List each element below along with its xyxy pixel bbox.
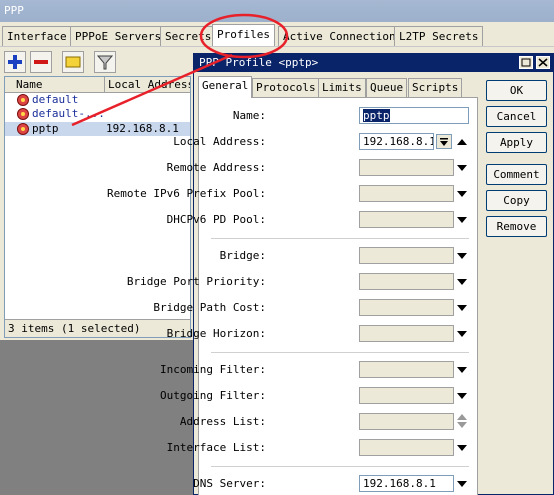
local-address-label: Local Address: — [173, 135, 266, 148]
bridge-port-priority-label: Bridge Port Priority: — [126, 275, 266, 288]
dns-server-field[interactable]: 192.168.8.1 — [359, 475, 454, 492]
divider — [211, 352, 469, 353]
list-item[interactable]: pptp 192.168.8.1 — [5, 122, 190, 136]
remove-button[interactable] — [30, 51, 52, 73]
bridge-label: Bridge: — [219, 249, 266, 262]
tab-limits[interactable]: Limits — [318, 78, 366, 97]
tab-secrets[interactable]: Secrets — [160, 26, 217, 46]
outgoing-filter-label: Outgoing Filter: — [160, 389, 266, 402]
remote-address-field[interactable] — [359, 159, 454, 176]
plus-icon — [8, 55, 22, 69]
restore-icon — [521, 58, 531, 67]
bridge-path-cost-field[interactable] — [359, 299, 454, 316]
ok-button[interactable]: OK — [486, 80, 547, 101]
remote-ipv6-pool-field[interactable] — [359, 185, 454, 202]
dropdown-icon[interactable] — [457, 279, 467, 285]
list-item[interactable]: default — [5, 93, 190, 107]
dropdown-icon[interactable] — [457, 253, 467, 259]
row-name: pptp — [32, 122, 59, 135]
note-icon — [65, 56, 81, 68]
bridge-port-priority-field[interactable] — [359, 273, 454, 290]
filter-button[interactable] — [94, 51, 116, 73]
name-value: pptp — [363, 109, 390, 122]
profile-icon — [17, 108, 29, 120]
tab-profiles[interactable]: Profiles — [212, 24, 275, 46]
bridge-horizon-field[interactable] — [359, 325, 454, 342]
remote-ipv6-pool-label: Remote IPv6 Prefix Pool: — [107, 187, 266, 200]
dropdown-icon[interactable] — [457, 191, 467, 197]
close-button[interactable] — [536, 56, 550, 69]
tab-pppoe-servers[interactable]: PPPoE Servers — [70, 26, 167, 46]
bridge-field[interactable] — [359, 247, 454, 264]
remove-button[interactable]: Remove — [486, 216, 547, 237]
filter-icon — [96, 55, 114, 70]
column-local-address[interactable]: Local Address — [105, 77, 190, 93]
dropdown-icon[interactable] — [457, 367, 467, 373]
interface-list-field[interactable] — [359, 439, 454, 456]
dropdown-icon[interactable] — [457, 393, 467, 399]
minus-icon — [34, 60, 48, 64]
tab-active-connections[interactable]: Active Connections — [278, 26, 408, 46]
column-name[interactable]: Name — [13, 77, 105, 93]
general-form: Name: pptp Local Address: 192.168.8.1 Re… — [107, 97, 478, 495]
dropdown-icon[interactable] — [457, 165, 467, 171]
divider — [211, 466, 469, 467]
profile-icon — [17, 123, 29, 135]
dropdown-icon[interactable] — [457, 305, 467, 311]
dialog-title: PPP Profile <pptp> — [194, 54, 553, 72]
ppp-tab-bar: Interface PPPoE Servers Secrets Profiles… — [0, 24, 554, 46]
spin-up-icon[interactable] — [457, 414, 467, 420]
cancel-button[interactable]: Cancel — [486, 106, 547, 127]
incoming-filter-label: Incoming Filter: — [160, 363, 266, 376]
dropdown-icon — [440, 138, 448, 146]
divider — [211, 238, 469, 239]
dropdown-icon[interactable] — [457, 445, 467, 451]
dropdown-icon[interactable] — [457, 217, 467, 223]
comment-button[interactable] — [62, 51, 84, 73]
ppp-profile-dialog: PPP Profile <pptp> General Protocols Lim… — [107, 53, 554, 495]
copy-button[interactable]: Copy — [486, 190, 547, 211]
bridge-horizon-label: Bridge Horizon: — [166, 327, 266, 340]
close-icon — [538, 58, 548, 67]
interface-list-label: Interface List: — [166, 441, 266, 454]
address-list-field[interactable] — [359, 413, 454, 430]
add-button[interactable] — [4, 51, 26, 73]
tab-protocols[interactable]: Protocols — [252, 78, 320, 97]
dropdown-icon[interactable] — [457, 331, 467, 337]
name-label: Name: — [232, 109, 266, 122]
tab-interface[interactable]: Interface — [2, 26, 72, 46]
bridge-path-cost-label: Bridge Path Cost: — [153, 301, 266, 314]
apply-button[interactable]: Apply — [486, 132, 547, 153]
spin-down-icon[interactable] — [457, 422, 467, 428]
list-header: Name Local Address — [5, 77, 190, 93]
tab-scripts[interactable]: Scripts — [408, 78, 463, 97]
row-name: default — [32, 93, 79, 106]
collapse-icon[interactable] — [457, 139, 467, 145]
local-address-field[interactable]: 192.168.8.1 — [359, 133, 434, 150]
outgoing-filter-field[interactable] — [359, 387, 454, 404]
comment-button[interactable]: Comment — [486, 164, 547, 185]
dropdown-icon[interactable] — [457, 481, 467, 487]
address-list-label: Address List: — [179, 415, 266, 428]
dhcpv6-pd-pool-label: DHCPv6 PD Pool: — [166, 213, 266, 226]
tab-l2tp-secrets[interactable]: L2TP Secrets — [394, 26, 484, 46]
name-field[interactable]: pptp — [359, 107, 469, 124]
tab-queue[interactable]: Queue — [366, 78, 408, 97]
dhcpv6-pd-pool-field[interactable] — [359, 211, 454, 228]
local-address-dropdown[interactable] — [436, 134, 452, 149]
profile-icon — [17, 94, 29, 106]
ppp-window-title: PPP — [0, 0, 554, 22]
tab-general[interactable]: General — [198, 76, 253, 98]
maximize-button[interactable] — [519, 56, 533, 69]
incoming-filter-field[interactable] — [359, 361, 454, 378]
row-address: 192.168.8.1 — [106, 122, 179, 135]
remote-address-label: Remote Address: — [166, 161, 266, 174]
dns-server-label: DNS Server: — [193, 477, 266, 490]
